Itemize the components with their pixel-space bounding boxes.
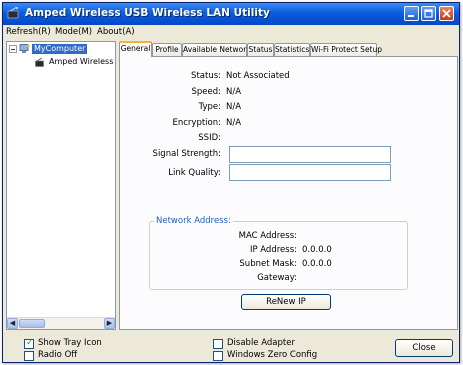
scroll-right-icon[interactable]: ▶ — [104, 318, 115, 329]
disable-adapter-label[interactable]: Disable Adapter — [227, 338, 295, 348]
menu-mode[interactable]: Mode(M) — [55, 27, 92, 37]
tree-root-label: MyComputer — [32, 44, 88, 54]
tab-statistics[interactable]: Statistics — [274, 43, 310, 56]
radio-off-label[interactable]: Radio Off — [38, 350, 77, 360]
utility-window: Amped Wireless USB Wireless LAN Utility … — [2, 2, 460, 363]
speed-label: Speed: — [191, 87, 221, 97]
device-tree: MyComputer Amped Wireless ◀ ▶ — [6, 41, 116, 330]
mac-address-label: MAC Address: — [238, 231, 297, 241]
tree-horizontal-scrollbar[interactable]: ◀ ▶ — [7, 317, 115, 329]
renew-ip-button[interactable]: ReNew IP — [241, 294, 331, 310]
tab-general[interactable]: General — [119, 41, 152, 57]
windows-zero-config-checkbox[interactable] — [213, 351, 223, 361]
tab-profile[interactable]: Profile — [152, 43, 182, 56]
link-quality-label: Link Quality: — [168, 168, 221, 178]
ssid-label: SSID: — [198, 133, 221, 143]
gateway-label: Gateway: — [257, 273, 297, 283]
encryption-value: N/A — [226, 118, 242, 128]
general-tab-panel: Status: Not Associated Speed: N/A Type: … — [119, 56, 458, 330]
computer-icon — [19, 44, 30, 53]
scroll-thumb[interactable] — [19, 319, 45, 328]
close-window-button[interactable] — [439, 6, 454, 21]
close-button[interactable]: Close — [395, 339, 453, 357]
minimize-icon — [408, 15, 414, 17]
show-tray-icon-checkbox[interactable]: ✓ — [24, 338, 34, 349]
wireless-app-icon — [7, 7, 19, 19]
menu-refresh[interactable]: Refresh(R) — [6, 27, 51, 37]
ip-address-label: IP Address: — [249, 245, 297, 255]
wireless-adapter-icon — [35, 58, 44, 67]
close-icon — [442, 9, 451, 18]
signal-strength-field — [229, 146, 391, 163]
encryption-label: Encryption: — [172, 118, 222, 128]
minimize-button[interactable] — [404, 6, 419, 21]
tab-wifi-protect-setup[interactable]: Wi-Fi Protect Setup — [310, 43, 382, 56]
type-label: Type: — [198, 102, 221, 112]
tab-status[interactable]: Status — [247, 43, 274, 56]
show-tray-icon-label[interactable]: Show Tray Icon — [38, 338, 102, 348]
subnet-mask-value: 0.0.0.0 — [302, 259, 332, 269]
bottom-options-bar: ✓ Show Tray Icon Radio Off Disable Adapt… — [3, 330, 459, 362]
type-value: N/A — [226, 102, 242, 112]
signal-strength-label: Signal Strength: — [152, 149, 221, 159]
menu-about[interactable]: About(A) — [97, 27, 135, 37]
radio-off-checkbox[interactable] — [24, 351, 34, 361]
tab-available-network[interactable]: Available Network — [182, 43, 251, 56]
ip-address-value: 0.0.0.0 — [302, 245, 332, 255]
maximize-icon — [424, 9, 433, 18]
maximize-button[interactable] — [421, 6, 436, 21]
status-label: Status: — [191, 71, 221, 81]
window-title: Amped Wireless USB Wireless LAN Utility — [25, 7, 270, 19]
speed-value: N/A — [226, 87, 242, 97]
network-address-legend: Network Address: — [154, 216, 233, 226]
disable-adapter-checkbox[interactable] — [213, 339, 223, 349]
scroll-left-icon[interactable]: ◀ — [7, 318, 18, 329]
menu-bar: Refresh(R) Mode(M) About(A) — [3, 25, 459, 40]
tree-item-adapter[interactable]: Amped Wireless — [49, 57, 113, 66]
status-value: Not Associated — [226, 71, 290, 81]
subnet-mask-label: Subnet Mask: — [239, 259, 297, 269]
link-quality-field — [229, 164, 391, 181]
title-bar[interactable]: Amped Wireless USB Wireless LAN Utility — [3, 3, 459, 25]
collapse-toggle-icon[interactable] — [9, 45, 17, 53]
windows-zero-config-label[interactable]: Windows Zero Config — [227, 350, 317, 360]
checkmark-icon: ✓ — [26, 338, 34, 348]
